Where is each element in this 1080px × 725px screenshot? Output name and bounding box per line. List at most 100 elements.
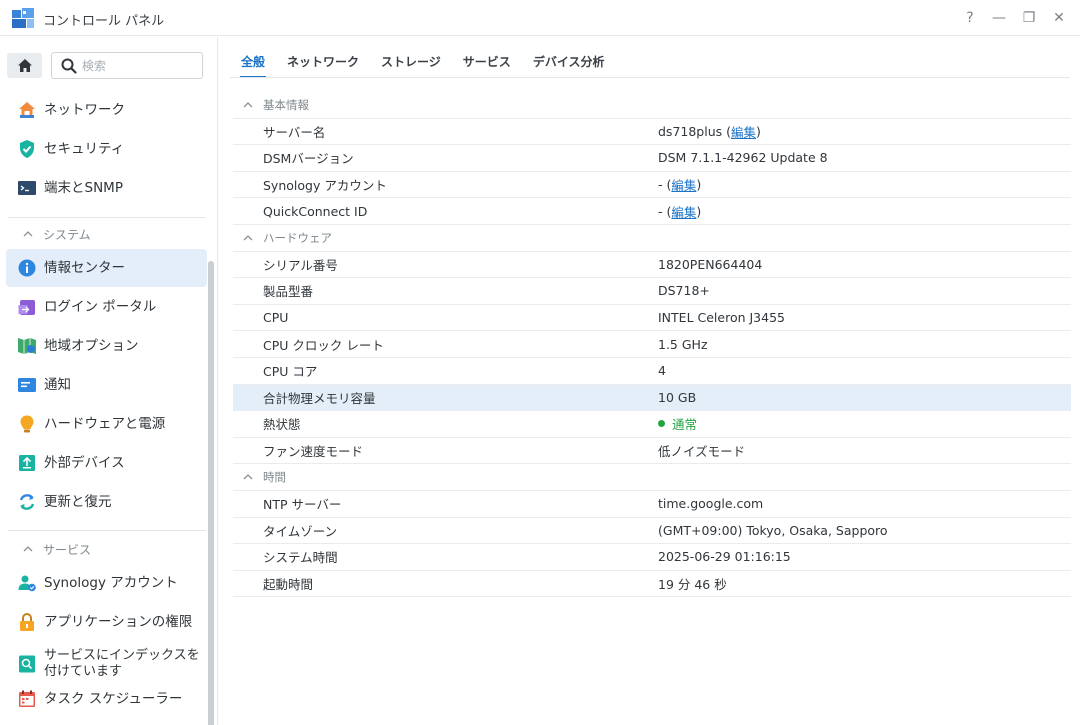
- sidebar-item-label: アプリケーションの権限: [44, 614, 193, 630]
- field-label: Synology アカウント: [263, 178, 387, 194]
- field-label: タイムゾーン: [263, 523, 338, 539]
- sidebar-item-update-restore[interactable]: 更新と復元: [6, 483, 207, 521]
- field-label: 起動時間: [263, 576, 314, 592]
- sidebar-item-regional-options[interactable]: 地域オプション: [6, 327, 207, 365]
- tab-bar: 全般 ネットワーク ストレージ サービス デバイス分析: [230, 48, 615, 78]
- close-button[interactable]: ✕: [1048, 8, 1070, 28]
- field-label: 合計物理メモリ容量: [263, 390, 376, 406]
- table-row-selected[interactable]: 合計物理メモリ容量 10 GB: [233, 384, 1071, 412]
- field-label: NTP サーバー: [263, 497, 342, 513]
- indexing-service-icon: [19, 655, 35, 673]
- field-value: INTEL Celeron J3455: [658, 310, 785, 326]
- sidebar-item-label: ログイン ポータル: [44, 299, 157, 315]
- table-row: QuickConnect ID - ( 編集 ): [233, 198, 1071, 225]
- lock-icon: [20, 613, 34, 631]
- chevron-up-icon: [23, 546, 33, 552]
- sidebar-item-hardware-power[interactable]: ハードウェアと電源: [6, 405, 207, 443]
- group-header-basic[interactable]: 基本情報: [233, 92, 1071, 119]
- sidebar-scrollbar[interactable]: [208, 261, 214, 725]
- field-value: - ( 編集 ): [658, 202, 701, 221]
- field-value: - ( 編集 ): [658, 175, 701, 194]
- minimize-button[interactable]: —: [988, 8, 1010, 28]
- network-icon: [19, 102, 35, 118]
- tab-services[interactable]: サービス: [452, 48, 522, 78]
- terminal-icon: [18, 181, 36, 195]
- sidebar-item-label-line2: 付けています: [44, 664, 123, 679]
- table-row: システム時間 2025-06-29 01:16:15: [233, 544, 1071, 571]
- table-row: ファン速度モード 低ノイズモード: [233, 438, 1071, 465]
- sidebar-item-notification[interactable]: 通知: [6, 366, 207, 404]
- quickconnect-value: - (: [658, 203, 672, 219]
- sidebar-item-info-center[interactable]: 情報センター: [6, 249, 207, 287]
- field-value: (GMT+09:00) Tokyo, Osaka, Sapporo: [658, 522, 888, 538]
- field-value: 1.5 GHz: [658, 336, 708, 352]
- paren-close: ): [696, 203, 702, 219]
- sidebar-item-app-privileges[interactable]: アプリケーションの権限: [6, 603, 207, 641]
- sidebar-item-terminal-snmp[interactable]: 端末とSNMP: [6, 169, 207, 207]
- sidebar-item-label: Synology アカウント: [44, 575, 178, 591]
- edit-server-name-link[interactable]: 編集: [731, 122, 756, 141]
- tab-general[interactable]: 全般: [230, 48, 276, 78]
- restore-button[interactable]: ❐: [1018, 8, 1040, 28]
- table-row: サーバー名 ds718plus ( 編集 ): [233, 119, 1071, 146]
- tab-storage[interactable]: ストレージ: [370, 48, 452, 78]
- field-value: 低ノイズモード: [658, 444, 746, 460]
- home-icon: [17, 59, 32, 72]
- synology-account-icon: [18, 575, 36, 592]
- search-field[interactable]: [51, 52, 203, 79]
- field-value: 2025-06-29 01:16:15: [658, 549, 791, 565]
- field-label: QuickConnect ID: [263, 203, 368, 219]
- sidebar: ネットワーク セキュリティ 端末とSNMP システム 情報センター: [0, 37, 218, 725]
- field-label: シリアル番号: [263, 257, 338, 273]
- chevron-up-icon: [23, 231, 33, 237]
- sidebar-item-label: 端末とSNMP: [44, 180, 123, 196]
- tab-network[interactable]: ネットワーク: [276, 48, 370, 78]
- edit-quickconnect-link[interactable]: 編集: [671, 202, 696, 221]
- sidebar-item-task-scheduler[interactable]: タスク スケジューラー: [6, 680, 207, 718]
- sidebar-item-label: サービスにインデックスを 付けています: [44, 648, 200, 680]
- field-value: 19 分 46 秒: [658, 576, 727, 592]
- field-label: 熱状態: [263, 417, 301, 433]
- notification-icon: [18, 378, 36, 392]
- section-header-services[interactable]: サービス: [22, 539, 91, 559]
- external-device-icon: [19, 455, 35, 471]
- table-row: CPU コア 4: [233, 358, 1071, 385]
- sidebar-item-synology-account[interactable]: Synology アカウント: [6, 564, 207, 602]
- info-table: 基本情報 サーバー名 ds718plus ( 編集 ) DSMバージョン DSM…: [233, 92, 1071, 598]
- sidebar-item-label: 地域オプション: [44, 338, 139, 354]
- table-row: タイムゾーン (GMT+09:00) Tokyo, Osaka, Sapporo: [233, 518, 1071, 545]
- table-row: 起動時間 19 分 46 秒: [233, 571, 1071, 598]
- sidebar-item-label: タスク スケジューラー: [44, 691, 183, 707]
- sidebar-divider: [8, 217, 206, 218]
- sidebar-item-label: 更新と復元: [44, 494, 112, 510]
- update-restore-icon: [19, 494, 35, 510]
- group-title: 時間: [263, 470, 286, 485]
- tab-divider: [230, 77, 1070, 78]
- sidebar-item-label: 外部デバイス: [44, 455, 125, 471]
- control-panel-icon: [12, 8, 34, 28]
- field-value: DSM 7.1.1-42962 Update 8: [658, 150, 828, 166]
- group-header-time[interactable]: 時間: [233, 464, 1071, 491]
- search-input[interactable]: [82, 57, 197, 74]
- login-portal-icon: [18, 300, 35, 315]
- field-value: 4: [658, 363, 666, 379]
- home-button[interactable]: [7, 53, 42, 78]
- sidebar-item-login-portal[interactable]: ログイン ポータル: [6, 288, 207, 326]
- sidebar-item-label-line1: サービスにインデックスを: [44, 648, 200, 663]
- help-button[interactable]: ?: [959, 8, 981, 28]
- field-label: ファン速度モード: [263, 444, 364, 460]
- section-header-system[interactable]: システム: [22, 224, 91, 244]
- chevron-up-icon: [243, 234, 253, 241]
- edit-account-link[interactable]: 編集: [671, 175, 696, 194]
- status-dot-icon: [658, 420, 665, 428]
- sidebar-item-security[interactable]: セキュリティ: [6, 130, 207, 168]
- field-label: CPU クロック レート: [263, 337, 384, 353]
- sidebar-item-external-devices[interactable]: 外部デバイス: [6, 444, 207, 482]
- field-label: CPU コア: [263, 364, 318, 380]
- chevron-up-icon: [243, 474, 253, 480]
- sidebar-item-network[interactable]: ネットワーク: [6, 91, 207, 129]
- regional-options-icon: [18, 338, 36, 354]
- window-title: コントロール パネル: [43, 14, 165, 29]
- group-header-hardware[interactable]: ハードウェア: [233, 225, 1071, 252]
- tab-device-analytics[interactable]: デバイス分析: [522, 48, 616, 78]
